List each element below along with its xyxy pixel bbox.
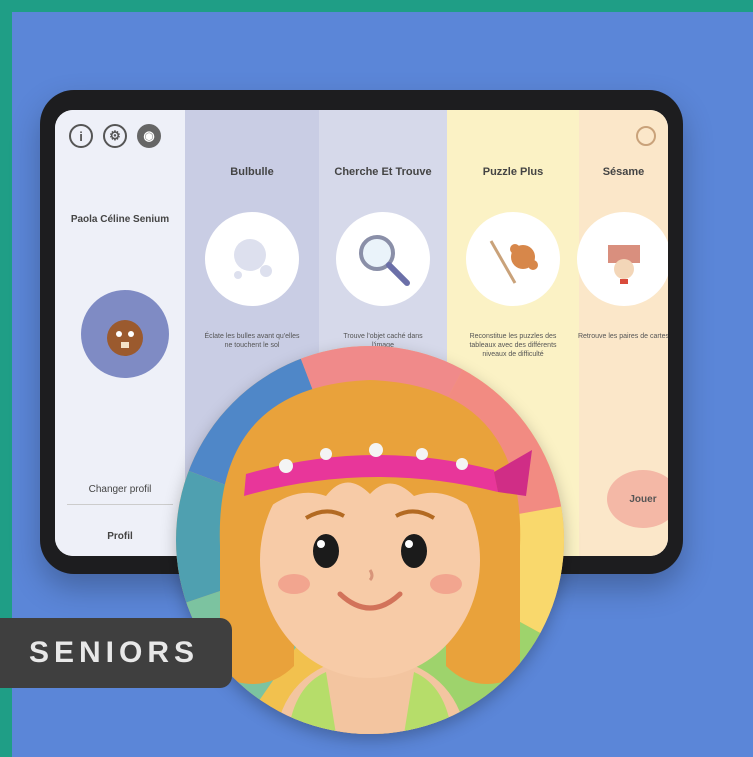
info-icon[interactable]: i bbox=[69, 124, 93, 148]
badge-label: SENIORS bbox=[28, 636, 200, 669]
game-description: Retrouve les paires de cartes bbox=[577, 333, 668, 340]
profile-column: i ⚙ ◉ Paola Céline Senium Changer profil… bbox=[55, 110, 185, 556]
game-icon-circle bbox=[205, 212, 299, 306]
game-description: Éclate les bulles avant qu'elles ne touc… bbox=[204, 333, 300, 349]
avatar[interactable] bbox=[81, 290, 169, 378]
game-title: Cherche Et Trouve bbox=[334, 166, 432, 178]
game-title: Puzzle Plus bbox=[482, 166, 544, 178]
game-icon-circle bbox=[576, 212, 668, 306]
change-profile-button[interactable]: Changer profil bbox=[67, 476, 173, 505]
seniors-badge: SENIORS bbox=[0, 618, 232, 688]
settings-icon[interactable]: ⚙ bbox=[103, 124, 127, 148]
game-icon-circle bbox=[466, 212, 560, 306]
puzzle-icon bbox=[489, 240, 538, 284]
girl-character-illustration bbox=[176, 346, 564, 734]
sound-icon[interactable]: ◉ bbox=[137, 124, 161, 148]
magnifier-icon bbox=[359, 235, 410, 286]
game-card-sesame[interactable]: Sésame Retrouve les paires de cartes Jou… bbox=[576, 110, 668, 556]
profile-small-icon[interactable] bbox=[636, 126, 656, 146]
game-icon-circle bbox=[336, 212, 430, 306]
game-title: Sésame bbox=[602, 166, 645, 178]
game-title: Bulbulle bbox=[230, 166, 274, 178]
top-icons: i ⚙ ◉ bbox=[69, 124, 161, 148]
hat-icon bbox=[607, 245, 640, 284]
play-button[interactable]: Jouer bbox=[607, 470, 668, 528]
profile-name: Paola Céline Senium bbox=[70, 214, 170, 225]
game-description: Reconstitue les puzzles des tableaux ave… bbox=[469, 333, 557, 358]
character-avatar bbox=[176, 346, 564, 734]
beaver-avatar-icon bbox=[107, 320, 143, 356]
bulb-icon bbox=[234, 239, 272, 279]
profile-button[interactable]: Profil bbox=[55, 522, 185, 552]
